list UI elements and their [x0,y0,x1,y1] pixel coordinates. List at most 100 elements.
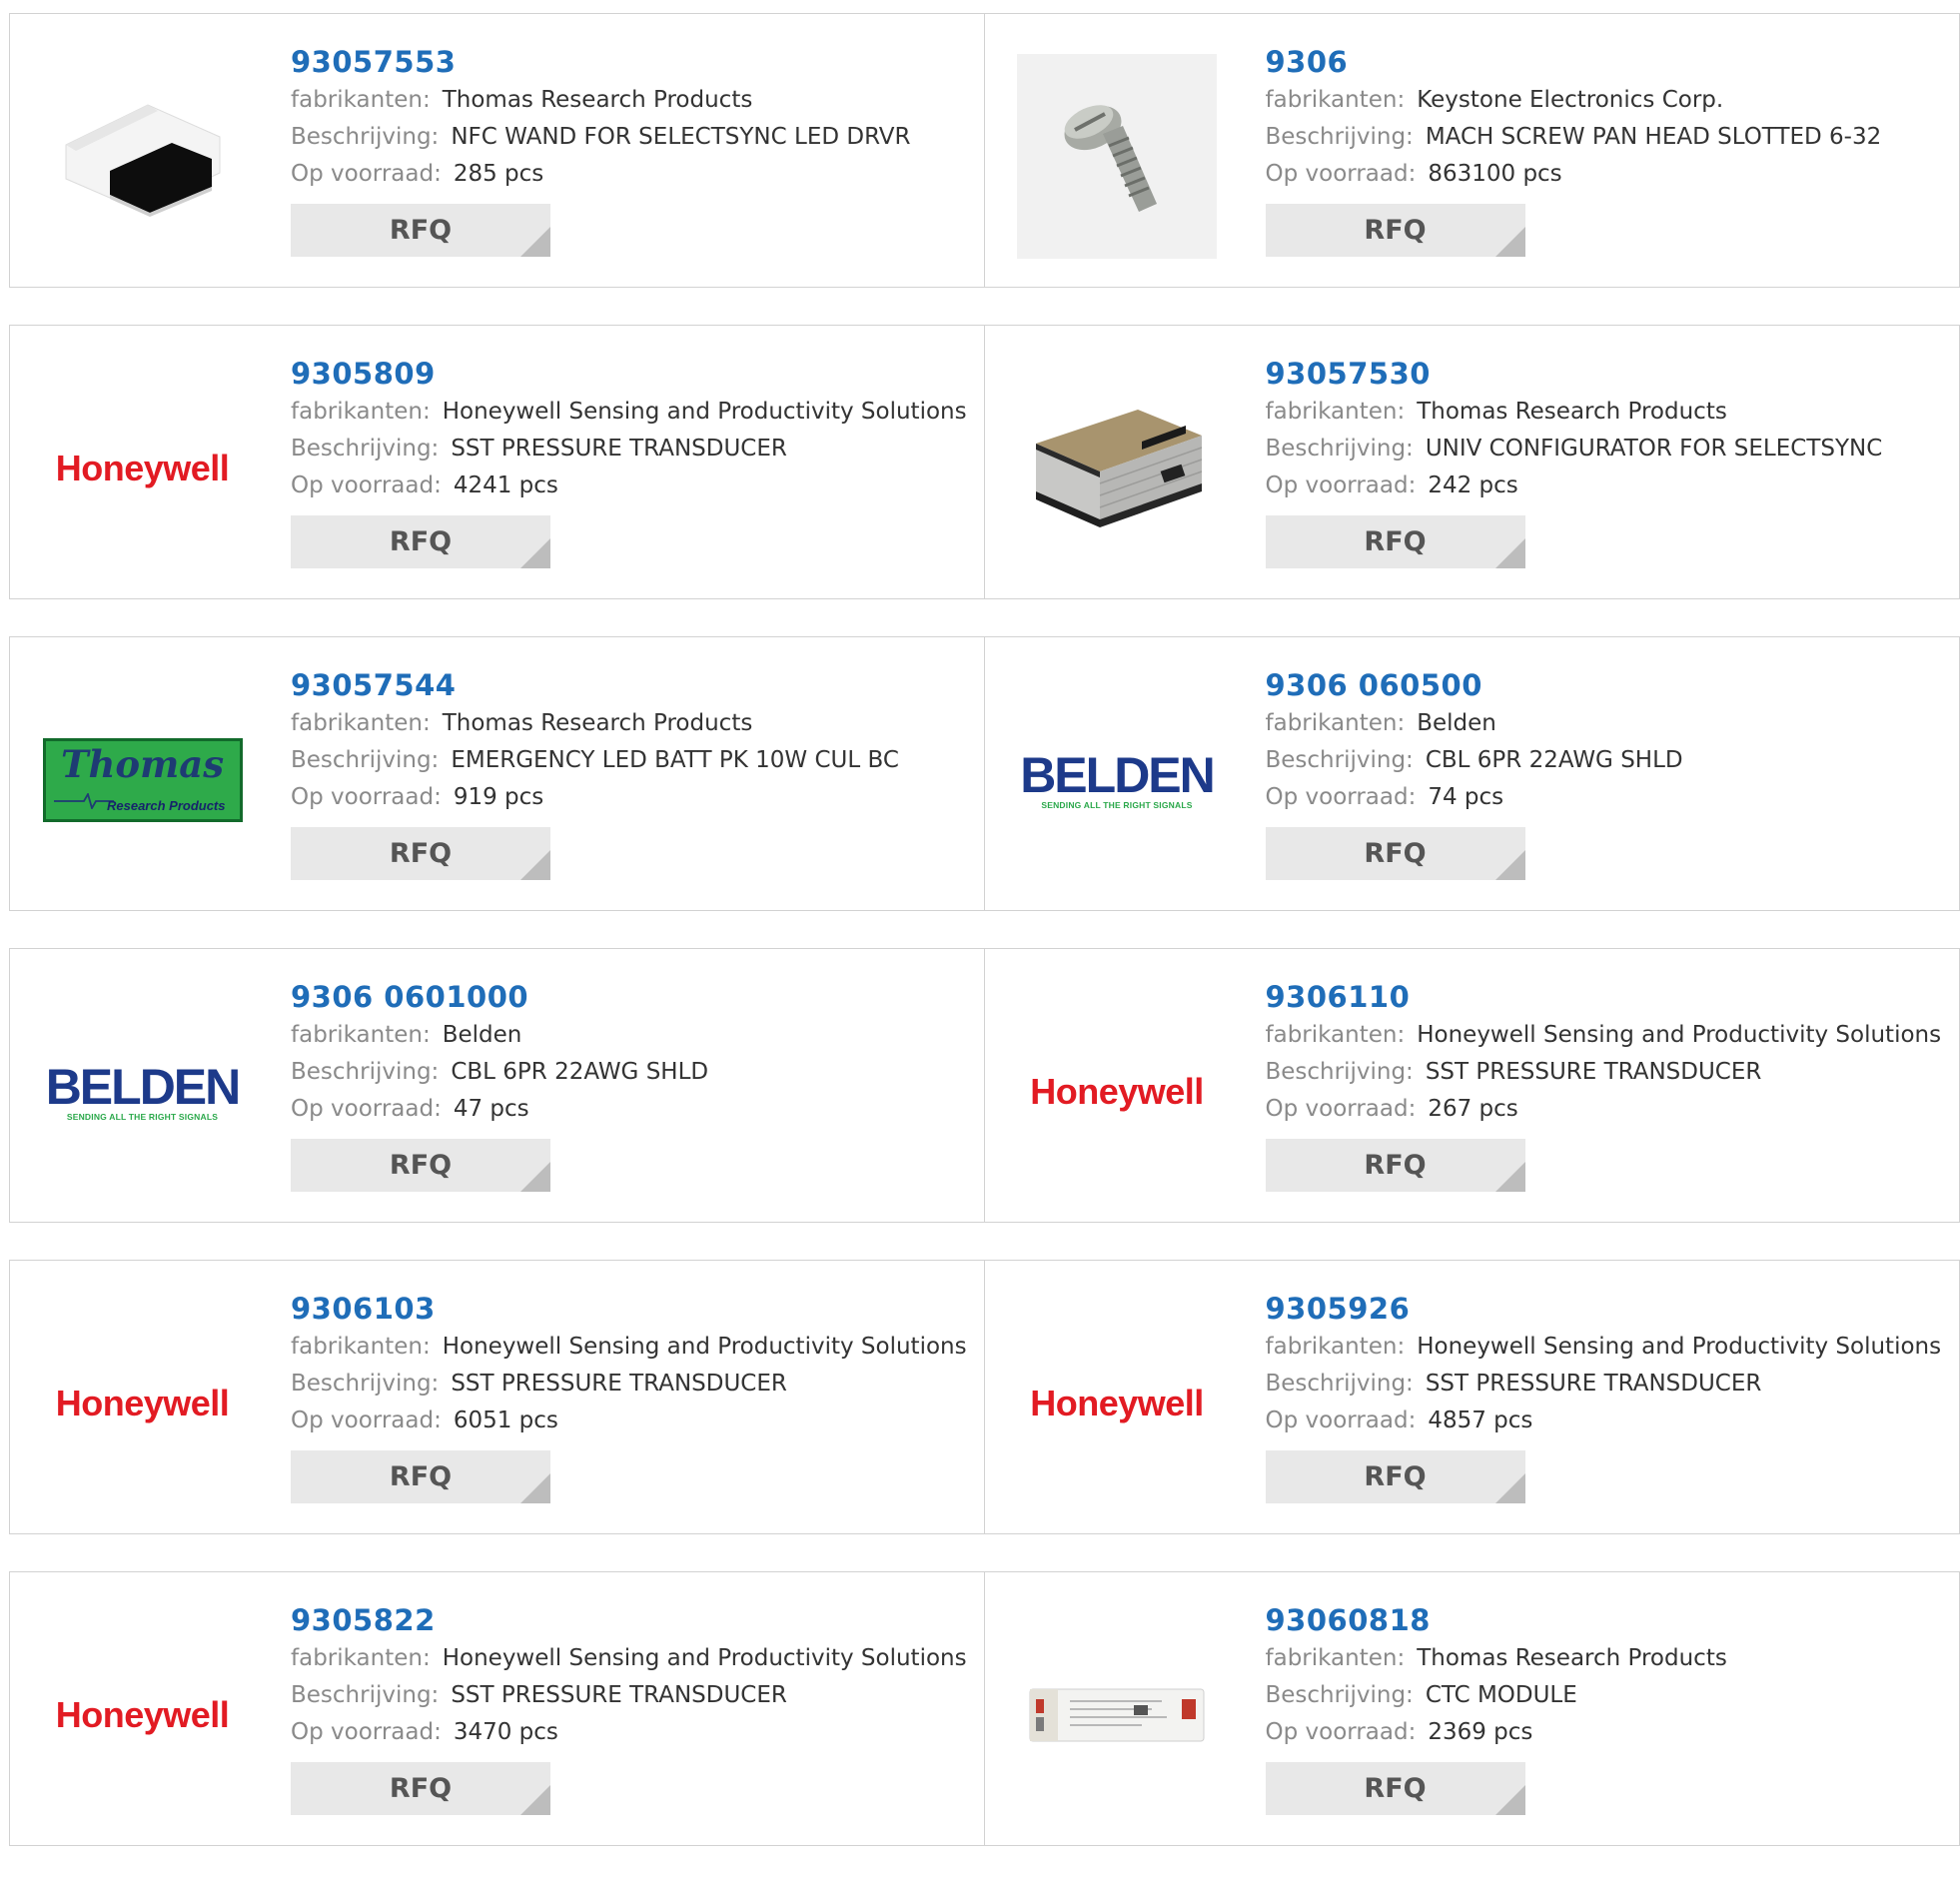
part-number-link[interactable]: 9306 0601000 [291,977,974,1017]
product-grid: 93057553 fabrikanten:Thomas Research Pro… [9,13,1960,1883]
stock-value: 4857 pcs [1428,1408,1532,1433]
part-number-link[interactable]: 93057530 [1266,354,1950,394]
stock-label: Op voorraad: [1266,1096,1417,1122]
stock-line: Op voorraad:285 pcs [291,156,974,193]
manufacturer-label: fabrikanten: [291,710,431,736]
manufacturer-line: fabrikanten:Keystone Electronics Corp. [1266,82,1950,119]
product-card: 93060818 fabrikanten:Thomas Research Pro… [985,1571,1960,1846]
description-line: Beschrijving:SST PRESSURE TRANSDUCER [1266,1366,1950,1403]
product-image[interactable]: BELDEN SENDING ALL THE RIGHT SIGNALS [1015,677,1220,882]
manufacturer-label: fabrikanten: [1266,1022,1406,1048]
product-image[interactable]: BELDEN SENDING ALL THE RIGHT SIGNALS [40,989,245,1194]
rfq-button[interactable]: RFQ [291,204,550,257]
honeywell-logo: Honeywell [1030,1383,1204,1424]
stock-label: Op voorraad: [1266,1719,1417,1745]
manufacturer-value: Honeywell Sensing and Productivity Solut… [1417,1334,1941,1360]
part-number-link[interactable]: 9306 [1266,42,1950,82]
stock-value: 285 pcs [454,161,543,187]
description-value: SST PRESSURE TRANSDUCER [451,1371,787,1397]
description-line: Beschrijving:EMERGENCY LED BATT PK 10W C… [291,742,974,779]
stock-line: Op voorraad:242 pcs [1266,468,1950,504]
corner-triangle-icon [1495,850,1525,880]
rfq-button[interactable]: RFQ [291,515,550,568]
description-label: Beschrijving: [1266,124,1414,150]
part-number-link[interactable]: 93057553 [291,42,974,82]
part-number-link[interactable]: 9305809 [291,354,974,394]
product-image[interactable]: Thomas Research Products [40,677,245,882]
rfq-button[interactable]: RFQ [1266,204,1525,257]
rfq-label: RFQ [390,215,452,246]
product-card: Honeywell 9306110 fabrikanten: Honeywell … [985,948,1960,1223]
manufacturer-value: Thomas Research Products [443,710,753,736]
manufacturer-line: fabrikanten:Belden [1266,705,1950,742]
rfq-button[interactable]: RFQ [291,827,550,880]
manufacturer-line: fabrikanten: Thomas Research Products [291,705,974,742]
product-info: 93057544 fabrikanten: Thomas Research Pro… [291,665,974,880]
rfq-button[interactable]: RFQ [291,1139,550,1192]
part-number-link[interactable]: 9306103 [291,1289,974,1329]
stock-label: Op voorraad: [291,1408,442,1433]
stock-line: Op voorraad: 267 pcs [1266,1091,1950,1128]
stock-label: Op voorraad: [1266,472,1417,498]
product-image[interactable]: Honeywell [40,1301,245,1505]
part-number-link[interactable]: 93057544 [291,665,974,705]
configurator-box-photo [1022,404,1212,533]
rfq-button[interactable]: RFQ [1266,827,1525,880]
rfq-button[interactable]: RFQ [1266,1762,1525,1815]
product-image[interactable] [1015,366,1220,570]
description-label: Beschrijving: [1266,1371,1414,1397]
product-image[interactable] [40,54,245,259]
stock-line: Op voorraad:4241 pcs [291,468,974,504]
rfq-label: RFQ [390,838,452,869]
stock-label: Op voorraad: [291,784,442,810]
manufacturer-label: fabrikanten: [291,399,431,425]
description-value: EMERGENCY LED BATT PK 10W CUL BC [451,747,899,773]
product-card: 9306 fabrikanten:Keystone Electronics Co… [985,13,1960,288]
nfc-wand-photo [48,87,238,227]
rfq-button[interactable]: RFQ [1266,1139,1525,1192]
corner-triangle-icon [1495,538,1525,568]
rfq-label: RFQ [390,1461,452,1492]
description-line: Beschrijving:UNIV CONFIGURATOR FOR SELEC… [1266,431,1950,468]
description-line: Beschrijving:SST PRESSURE TRANSDUCER [291,431,974,468]
product-image[interactable]: Honeywell [1015,1301,1220,1505]
rfq-button[interactable]: RFQ [291,1762,550,1815]
description-label: Beschrijving: [291,1682,439,1708]
description-value: SST PRESSURE TRANSDUCER [1426,1059,1762,1085]
manufacturer-value: Keystone Electronics Corp. [1417,87,1723,113]
rfq-button[interactable]: RFQ [1266,515,1525,568]
rfq-label: RFQ [390,526,452,557]
product-image[interactable] [1015,1612,1220,1817]
manufacturer-line: fabrikanten:Honeywell Sensing and Produc… [291,394,974,431]
stock-label: Op voorraad: [291,472,442,498]
rfq-button[interactable]: RFQ [291,1450,550,1503]
belden-logo-tagline: SENDING ALL THE RIGHT SIGNALS [46,1112,240,1122]
stock-value: 267 pcs [1428,1096,1517,1122]
part-number-link[interactable]: 93060818 [1266,1600,1950,1640]
part-number-link[interactable]: 9306 060500 [1266,665,1950,705]
product-card: Thomas Research Products 93057544 fabrik… [9,636,985,911]
part-number-link[interactable]: 9306110 [1266,977,1950,1017]
product-card: 93057553 fabrikanten:Thomas Research Pro… [9,13,985,288]
rfq-label: RFQ [1364,215,1426,246]
product-image[interactable] [1015,54,1220,259]
part-number-link[interactable]: 9305822 [291,1600,974,1640]
stock-value: 74 pcs [1428,784,1503,810]
manufacturer-value: Belden [1417,710,1496,736]
rfq-label: RFQ [1364,526,1426,557]
manufacturer-value: Honeywell Sensing and Productivity Solut… [1417,1022,1941,1048]
part-number-link[interactable]: 9305926 [1266,1289,1950,1329]
description-value: CTC MODULE [1426,1682,1577,1708]
description-label: Beschrijving: [1266,1059,1414,1085]
belden-logo: BELDEN SENDING ALL THE RIGHT SIGNALS [46,1062,240,1122]
stock-value: 3470 pcs [454,1719,558,1745]
manufacturer-line: fabrikanten:Honeywell Sensing and Produc… [1266,1329,1950,1366]
manufacturer-line: fabrikanten:Thomas Research Products [291,82,974,119]
product-image[interactable]: Honeywell [40,1612,245,1817]
product-image[interactable]: Honeywell [40,366,245,570]
product-card: BELDEN SENDING ALL THE RIGHT SIGNALS 930… [9,948,985,1223]
rfq-button[interactable]: RFQ [1266,1450,1525,1503]
thomas-logo-tagline: Research Products [107,798,226,813]
product-image[interactable]: Honeywell [1015,989,1220,1194]
description-value: NFC WAND FOR SELECTSYNC LED DRVR [451,124,910,150]
